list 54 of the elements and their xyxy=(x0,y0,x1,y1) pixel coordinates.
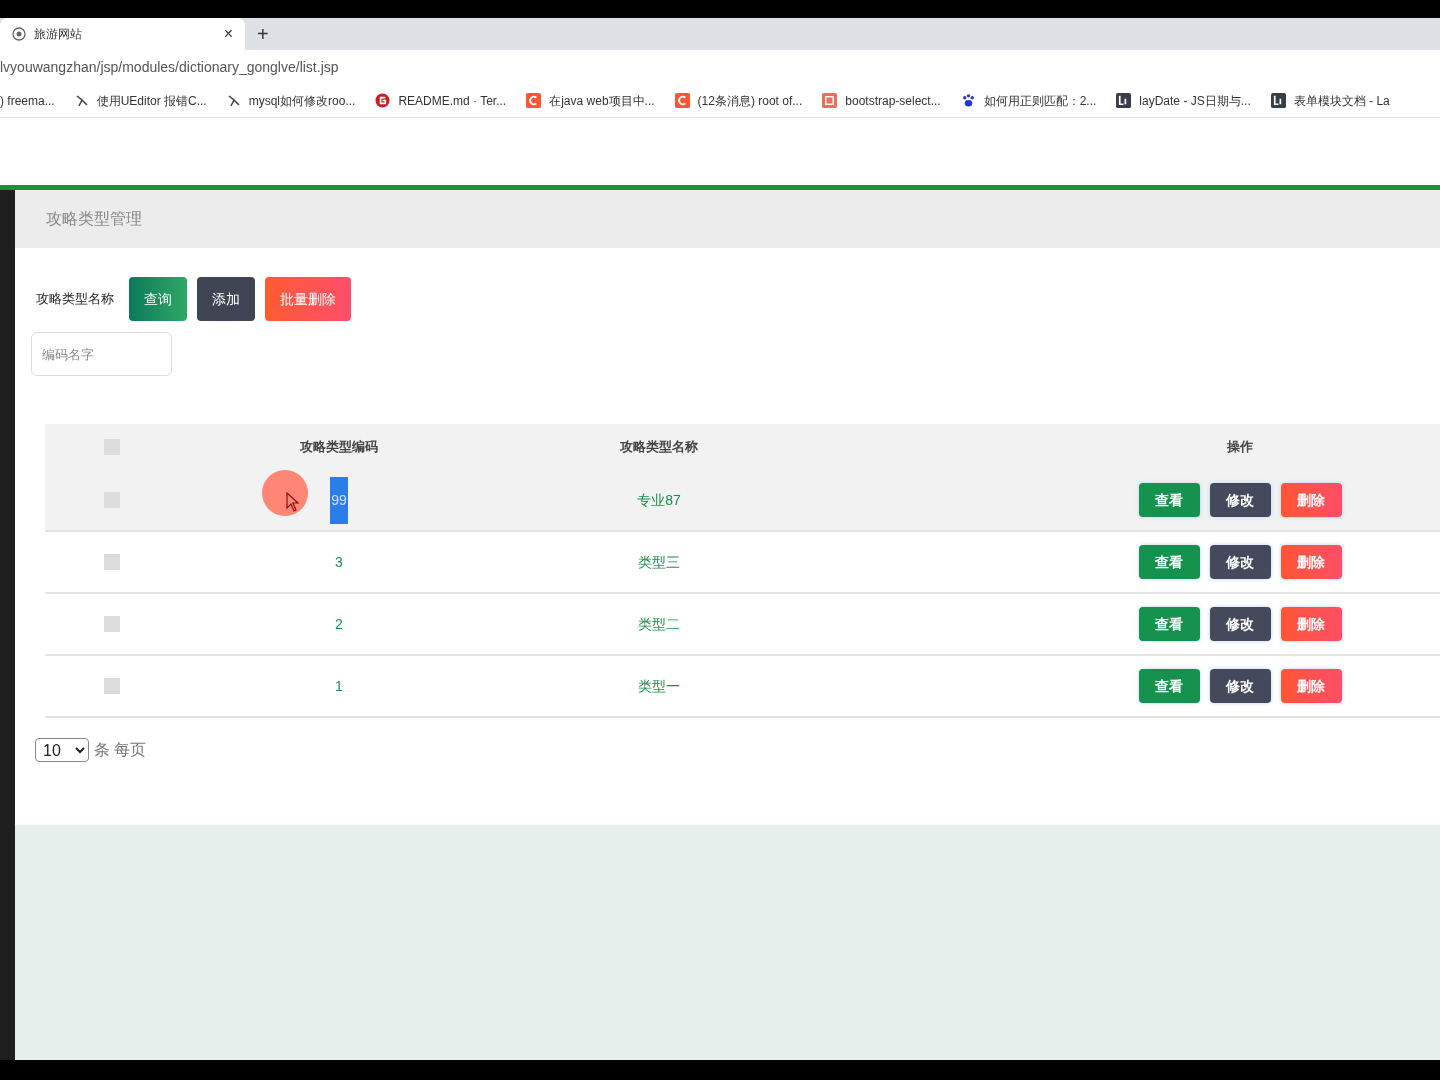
cursor-icon xyxy=(286,492,300,512)
c-logo-icon xyxy=(526,93,542,108)
circle-logo-icon xyxy=(375,93,391,108)
search-field[interactable]: 编码名字 xyxy=(31,332,172,376)
bookmark[interactable]: ) freema... xyxy=(0,91,55,110)
bookmark[interactable]: (12条消息) root of... xyxy=(674,91,803,110)
checkbox[interactable] xyxy=(104,554,120,570)
browser-tab[interactable]: 旅游网站 × xyxy=(0,18,245,50)
row-action-button[interactable]: 修改 xyxy=(1209,607,1271,641)
row-action-button[interactable]: 修改 xyxy=(1209,545,1271,579)
bookmark[interactable]: mysql如何修改roo... xyxy=(226,91,356,110)
toolbar-button[interactable]: 添加 xyxy=(197,277,255,321)
row-action-button[interactable]: 查看 xyxy=(1138,545,1200,579)
address-bar[interactable]: lvyouwangzhan/jsp/modules/dictionary_gonglve/list.jsp xyxy=(0,56,339,78)
table-cell-text: 专业87 xyxy=(637,490,681,510)
table-cell-text: 3 xyxy=(334,552,344,572)
column-header: 攻略类型编码 xyxy=(300,438,378,457)
square-logo-icon xyxy=(822,93,838,108)
column-header: 操作 xyxy=(1227,438,1253,457)
page-size-select[interactable]: 10 xyxy=(35,738,89,762)
lambda-icon xyxy=(74,93,89,108)
paw-icon xyxy=(960,93,976,108)
row-action-button[interactable]: 修改 xyxy=(1209,483,1271,517)
page-size-label: 条 每页 xyxy=(94,740,147,760)
bookmark[interactable]: bootstrap-select... xyxy=(822,91,941,110)
square-logo-icon xyxy=(1270,93,1286,108)
square-logo-icon xyxy=(1116,93,1132,108)
lambda-icon xyxy=(226,93,241,108)
new-tab-button[interactable]: + xyxy=(257,24,269,44)
toolbar-button[interactable]: 查询 xyxy=(129,277,187,321)
bookmark[interactable]: 表单模块文档 - La xyxy=(1270,91,1390,110)
bookmark[interactable]: 使用UEditor 报错C... xyxy=(74,91,207,110)
table-cell-text: 1 xyxy=(334,676,344,696)
search-label: 攻略类型名称 xyxy=(36,290,114,309)
table-cell-text: 2 xyxy=(334,614,344,634)
column-header: 攻略类型名称 xyxy=(620,438,698,457)
checkbox[interactable] xyxy=(104,616,120,632)
bookmark[interactable]: 在java web项目中... xyxy=(526,91,655,110)
row-action-button[interactable]: 查看 xyxy=(1138,607,1200,641)
table-cell: 99 xyxy=(330,476,348,524)
table-cell-text: 类型二 xyxy=(638,614,680,634)
checkbox[interactable] xyxy=(104,678,120,694)
bookmark[interactable]: README.md · Ter... xyxy=(375,91,507,110)
tab-title: 旅游网站 xyxy=(34,26,83,43)
row-action-button[interactable]: 修改 xyxy=(1209,669,1271,703)
bookmark[interactable]: 如何用正则匹配：2... xyxy=(960,91,1097,110)
row-action-button[interactable]: 查看 xyxy=(1138,669,1200,703)
table-cell-text: 类型三 xyxy=(638,552,680,572)
close-tab-button[interactable]: × xyxy=(223,26,233,42)
c-logo-icon xyxy=(674,93,690,108)
row-action-button[interactable]: 查看 xyxy=(1138,483,1200,517)
page-title: 攻略类型管理 xyxy=(46,209,142,229)
bookmark[interactable]: layDate - JS日期与... xyxy=(1116,91,1251,110)
table-cell-text: 类型一 xyxy=(638,676,680,696)
